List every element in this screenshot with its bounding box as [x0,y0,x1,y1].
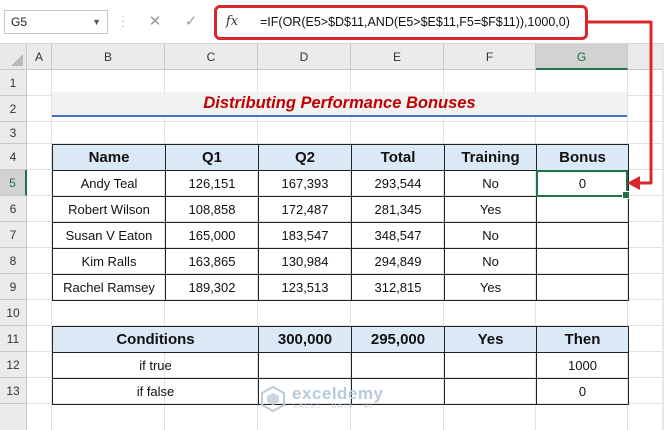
table-row: Robert Wilson 108,858 172,487 281,345 Ye… [52,196,629,223]
cell-total[interactable]: 312,815 [351,274,445,301]
cell-q1[interactable]: 189,302 [165,274,259,301]
header-training-threshold[interactable]: 295,000 [351,326,445,353]
cell-condition-label[interactable]: if false [52,378,259,405]
table-row: Rachel Ramsey 189,302 123,513 312,815 Ye… [52,274,629,301]
select-all-button[interactable] [0,44,27,70]
column-header-h[interactable] [628,44,664,70]
header-row: Conditions 300,000 295,000 Yes Then [52,326,629,353]
cell-training[interactable]: No [444,222,537,249]
cell-q1[interactable]: 165,000 [165,222,259,249]
cell-name[interactable]: Robert Wilson [52,196,166,223]
cell-q2[interactable]: 130,984 [258,248,352,275]
enter-icon[interactable]: ✓ [178,10,204,34]
cell-name[interactable]: Kim Ralls [52,248,166,275]
row-header-2[interactable]: 2 [0,96,27,122]
row-header-7[interactable]: 7 [0,222,27,248]
header-q1[interactable]: Q1 [165,144,259,171]
formula-bar: G5 ▼ · · · ✕ ✓ fx =IF(OR(E5>$D$11,AND(E5>$… [0,0,664,44]
cell-training[interactable]: Yes [444,196,537,223]
table-row: if true 1000 [52,352,629,379]
header-bonus[interactable]: Bonus [536,144,629,171]
column-header-f[interactable]: F [444,44,536,70]
header-training[interactable]: Training [444,144,537,171]
row-header-3[interactable]: 3 [0,122,27,144]
cell-total[interactable]: 348,547 [351,222,445,249]
row-header-13[interactable]: 13 [0,378,27,404]
cell-q2[interactable]: 123,513 [258,274,352,301]
cell-empty[interactable] [444,378,537,405]
column-header-c[interactable]: C [165,44,258,70]
row-header-9[interactable]: 9 [0,274,27,300]
cell-condition-label[interactable]: if true [52,352,259,379]
cell-total[interactable]: 281,345 [351,196,445,223]
cell-q1[interactable]: 108,858 [165,196,259,223]
cell-training[interactable]: Yes [444,274,537,301]
header-training-required[interactable]: Yes [444,326,537,353]
cell-q1[interactable]: 126,151 [165,170,259,197]
cell-total[interactable]: 294,849 [351,248,445,275]
column-header-g[interactable]: G [536,44,628,70]
cell-total[interactable]: 293,544 [351,170,445,197]
header-total-threshold[interactable]: 300,000 [258,326,352,353]
row-header-12[interactable]: 12 [0,352,27,378]
row-header-14[interactable] [0,404,27,430]
table-row: Kim Ralls 163,865 130,984 294,849 No [52,248,629,275]
cell-bonus[interactable]: 0 [536,170,629,197]
cell-then-value[interactable]: 1000 [536,352,629,379]
column-header-b[interactable]: B [52,44,165,70]
cell-name[interactable]: Susan V Eaton [52,222,166,249]
cell-training[interactable]: No [444,170,537,197]
cell-empty[interactable] [258,352,352,379]
cell-q2[interactable]: 183,547 [258,222,352,249]
watermark-name: exceldemy [292,384,384,403]
cell-then-value[interactable]: 0 [536,378,629,405]
cell-q2[interactable]: 172,487 [258,196,352,223]
header-name[interactable]: Name [52,144,166,171]
chevron-down-icon[interactable]: ▼ [92,11,101,33]
name-box-value: G5 [11,15,28,29]
row-header-11[interactable]: 11 [0,326,27,352]
cell-name[interactable]: Andy Teal [52,170,166,197]
row-header-8[interactable]: 8 [0,248,27,274]
header-row: Name Q1 Q2 Total Training Bonus [52,144,629,171]
row-header-1[interactable]: 1 [0,70,27,96]
drag-handle-icon[interactable]: · · · [120,12,126,32]
table-row: Andy Teal 126,151 167,393 293,544 No 0 [52,170,629,197]
header-conditions[interactable]: Conditions [52,326,259,353]
sheet-title[interactable]: Distributing Performance Bonuses [52,92,627,117]
insert-function-icon[interactable]: fx [218,10,246,34]
row-header-5[interactable]: 5 [0,170,27,196]
column-header-d[interactable]: D [258,44,351,70]
cell-bonus[interactable] [536,196,629,223]
cell-q2[interactable]: 167,393 [258,170,352,197]
header-q2[interactable]: Q2 [258,144,352,171]
cell-name[interactable]: Rachel Ramsey [52,274,166,301]
cell-empty[interactable] [444,352,537,379]
cell-bonus[interactable] [536,222,629,249]
cell-empty[interactable] [351,352,445,379]
table-row: Susan V Eaton 165,000 183,547 348,547 No [52,222,629,249]
name-box[interactable]: G5 ▼ [4,10,108,34]
row-header-4[interactable]: 4 [0,144,27,170]
cell-q1[interactable]: 163,865 [165,248,259,275]
column-header-a[interactable]: A [27,44,52,70]
formula-input[interactable]: =IF(OR(E5>$D$11,AND(E5>$E$11,F5=$F$11)),… [260,10,570,34]
watermark-tagline: EXCEL · DATA · BI [293,403,373,410]
cancel-icon[interactable]: ✕ [142,10,168,34]
header-total[interactable]: Total [351,144,445,171]
cell-training[interactable]: No [444,248,537,275]
bonus-table: Name Q1 Q2 Total Training Bonus Andy Tea… [52,144,629,301]
column-header-e[interactable]: E [351,44,444,70]
row-header-10[interactable]: 10 [0,300,27,326]
row-header-6[interactable]: 6 [0,196,27,222]
cell-bonus[interactable] [536,248,629,275]
cell-bonus[interactable] [536,274,629,301]
exceldemy-logo-icon [261,386,285,412]
header-then[interactable]: Then [536,326,629,353]
